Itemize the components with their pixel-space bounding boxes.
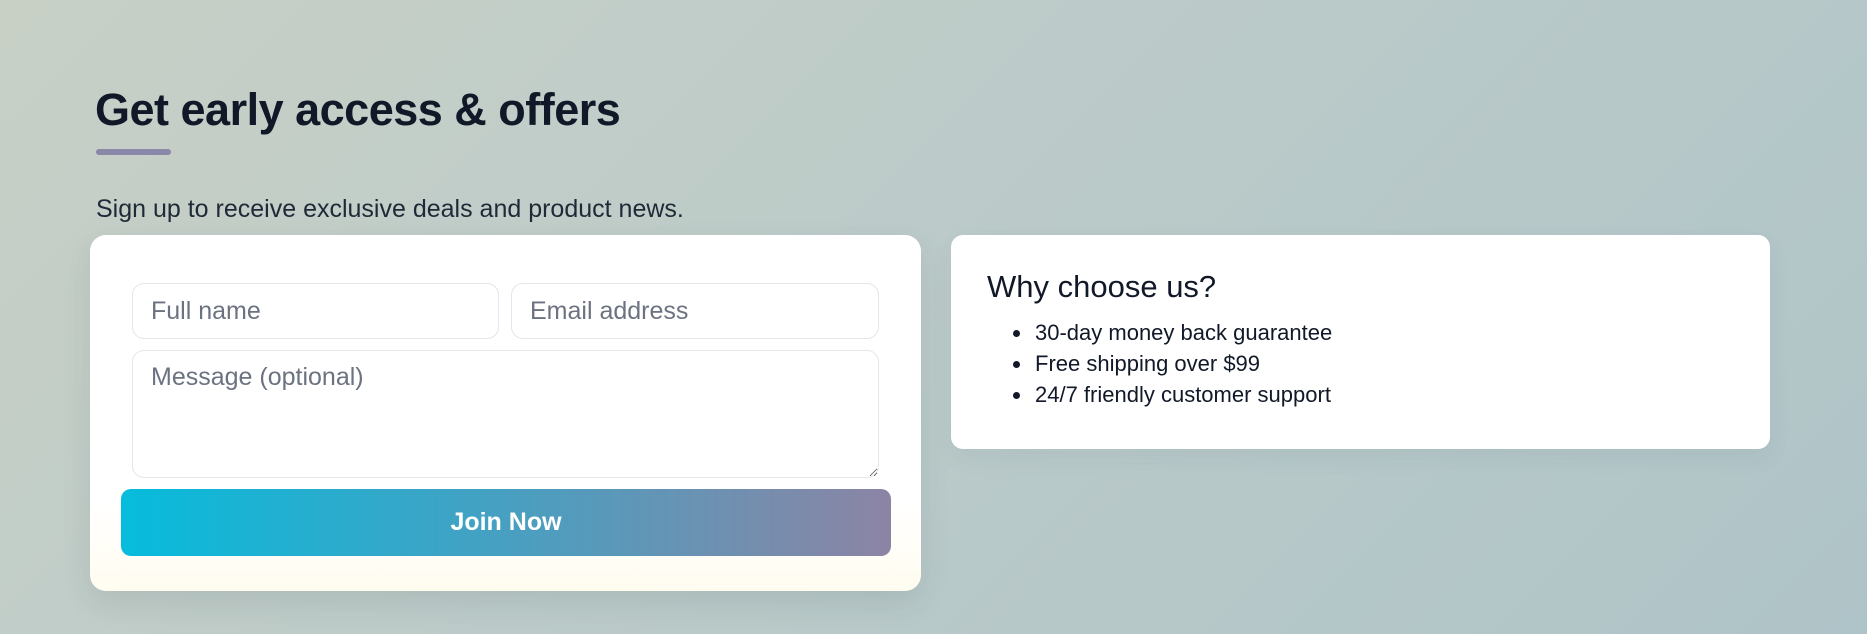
benefit-item: 24/7 friendly customer support <box>1000 379 1734 410</box>
benefit-label: 24/7 friendly customer support <box>1035 382 1331 407</box>
page-title: Get early access & offers <box>95 84 621 135</box>
benefit-item: Free shipping over $99 <box>1000 348 1734 379</box>
benefits-list: 30-day money back guarantee Free shippin… <box>987 317 1734 410</box>
benefit-label: Free shipping over $99 <box>1035 351 1261 376</box>
bullet-icon <box>1013 392 1020 399</box>
full-name-input[interactable] <box>132 283 499 339</box>
benefit-label: 30-day money back guarantee <box>1035 320 1333 345</box>
why-choose-us-card: Why choose us? 30-day money back guarant… <box>951 235 1770 449</box>
email-address-input[interactable] <box>511 283 879 339</box>
bullet-icon <box>1013 330 1020 337</box>
page-subtitle: Sign up to receive exclusive deals and p… <box>96 195 684 223</box>
benefit-item: 30-day money back guarantee <box>1000 317 1734 348</box>
message-textarea[interactable] <box>132 350 879 478</box>
why-choose-us-title: Why choose us? <box>987 269 1217 304</box>
join-now-button[interactable]: Join Now <box>121 489 891 556</box>
signup-form-card: Join Now <box>90 235 921 591</box>
title-underline-accent <box>96 149 171 155</box>
bullet-icon <box>1013 361 1020 368</box>
